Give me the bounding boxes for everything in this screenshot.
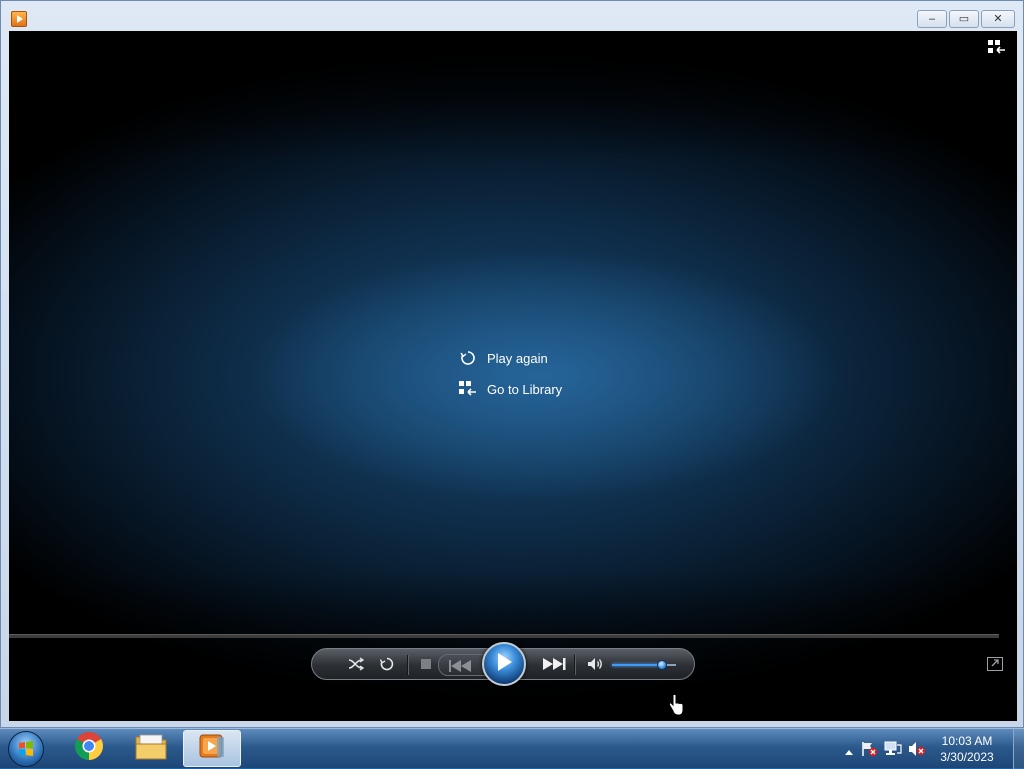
play-again-button[interactable]: Play again [459, 346, 562, 370]
go-to-library-button[interactable]: Go to Library [459, 377, 562, 401]
taskbar: 10:03 AM 3/30/2023 [0, 728, 1024, 769]
volume-icon [587, 657, 605, 671]
windows-logo-icon [8, 731, 44, 767]
play-icon [495, 652, 513, 677]
seek-bar[interactable] [9, 634, 999, 638]
maximize-button[interactable]: ▭ [949, 10, 979, 28]
media-player-icon [11, 11, 27, 27]
video-area[interactable]: Play again Go to Library [9, 31, 1017, 721]
minimize-button[interactable]: – [917, 10, 947, 28]
close-button[interactable]: ✕ [981, 10, 1015, 28]
clock[interactable]: 10:03 AM 3/30/2023 [932, 733, 1002, 765]
switch-to-library-icon[interactable] [988, 40, 1006, 54]
action-center-icon[interactable] [860, 741, 878, 762]
volume-muted-icon[interactable] [908, 741, 926, 762]
library-icon [459, 380, 477, 398]
stop-button[interactable] [416, 655, 436, 673]
separator [574, 655, 576, 675]
volume-fill [612, 664, 662, 666]
next-button[interactable] [542, 655, 568, 673]
hand-cursor-icon [668, 693, 684, 721]
shuffle-icon [348, 657, 364, 671]
volume-slider-thumb[interactable] [656, 660, 667, 670]
title-bar[interactable]: – ▭ ✕ [1, 1, 1023, 31]
media-player-icon [197, 732, 227, 765]
window-controls: – ▭ ✕ [917, 10, 1015, 28]
shuffle-button[interactable] [346, 655, 366, 673]
next-icon [543, 658, 567, 670]
taskbar-app-media-player[interactable] [183, 730, 241, 767]
replay-icon [459, 349, 477, 367]
taskbar-app-chrome[interactable] [60, 730, 118, 767]
volume-slider[interactable] [612, 660, 676, 670]
chrome-icon [74, 731, 104, 766]
go-to-library-label: Go to Library [487, 381, 563, 397]
repeat-icon [379, 656, 395, 672]
taskbar-app-file-explorer[interactable] [122, 730, 180, 767]
show-hidden-icons-button[interactable] [844, 743, 854, 761]
play-button[interactable] [482, 642, 526, 686]
stop-icon [420, 658, 432, 670]
play-again-label: Play again [487, 350, 548, 366]
clock-date: 3/30/2023 [940, 750, 994, 764]
fullscreen-icon[interactable] [987, 657, 1003, 676]
media-player-window: – ▭ ✕ Play again Go to Library [0, 0, 1024, 728]
show-desktop-button[interactable] [1013, 729, 1024, 769]
previous-icon [449, 659, 471, 677]
end-of-playback-menu: Play again Go to Library [459, 346, 562, 408]
repeat-button[interactable] [377, 655, 397, 673]
mute-button[interactable] [586, 655, 606, 673]
folder-icon [134, 731, 168, 766]
start-button[interactable] [6, 730, 46, 768]
network-icon[interactable] [884, 741, 902, 762]
previous-button[interactable] [438, 654, 486, 676]
separator [407, 655, 409, 675]
clock-time: 10:03 AM [941, 734, 993, 748]
playback-controls [311, 642, 695, 686]
